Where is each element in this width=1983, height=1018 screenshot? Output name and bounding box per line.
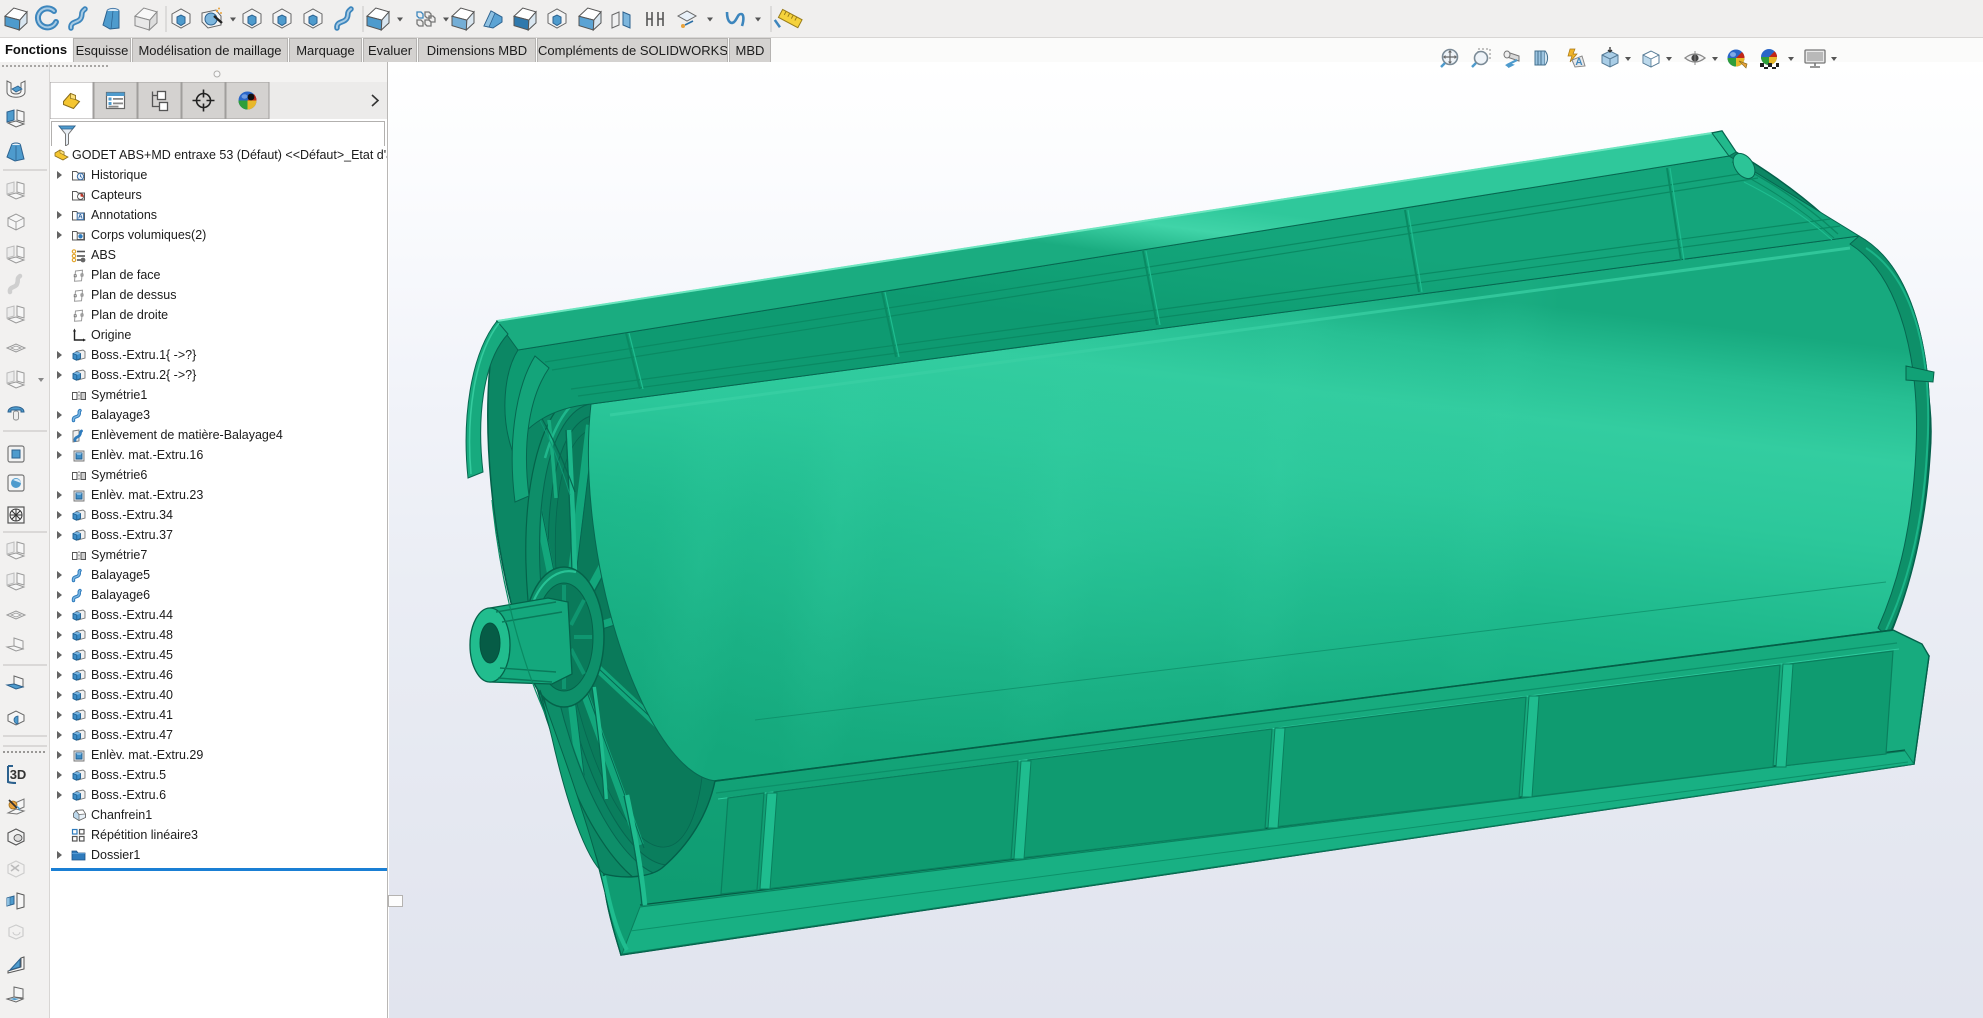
svg-text:3D: 3D bbox=[10, 767, 27, 782]
svg-text:A: A bbox=[1575, 57, 1582, 68]
svg-text:A: A bbox=[78, 213, 83, 220]
